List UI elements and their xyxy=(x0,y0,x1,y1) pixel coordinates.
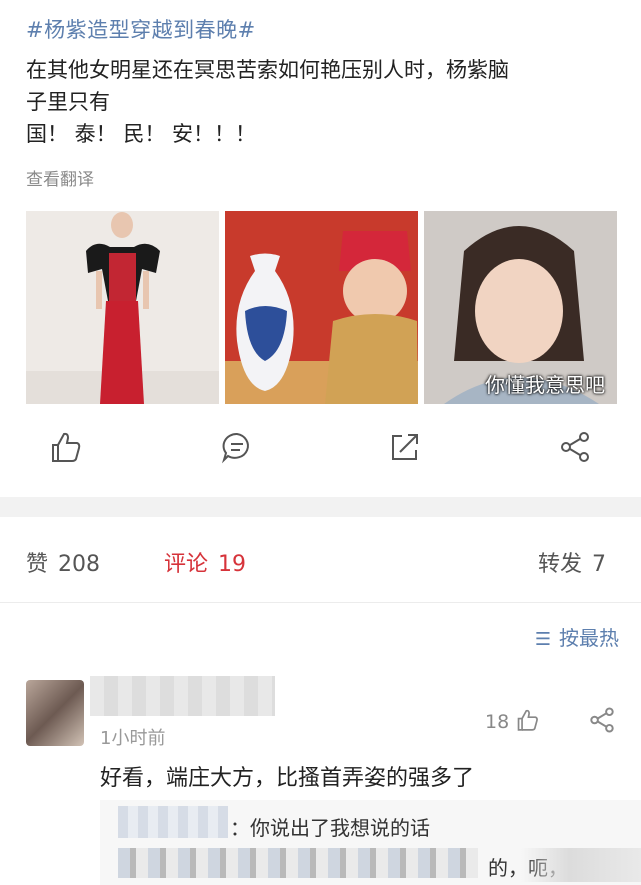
reply-text-redacted xyxy=(118,848,478,878)
watermark-blur xyxy=(521,848,641,882)
comment-text: 好看，端庄大方，比搔首弄姿的强多了 xyxy=(100,766,475,791)
tab-comments-count: 19 xyxy=(218,552,247,577)
share-icon[interactable] xyxy=(558,430,594,466)
post-text-line: 国！ 泰！ 民！ 安！！！ xyxy=(26,122,257,146)
post-text: 在其他女明星还在冥思苦索如何艳压别人时，杨紫脑 子里只有 国！ 泰！ 民！ 安！… xyxy=(26,54,626,150)
post-image-actress-meme[interactable]: 你懂我意思吧 xyxy=(424,211,617,404)
tab-reposts-label: 转发 xyxy=(538,552,583,577)
post-action-bar xyxy=(0,430,641,470)
repost-icon[interactable] xyxy=(388,430,424,466)
sort-icon: ☰ xyxy=(534,629,551,650)
comment-time: 1小时前 xyxy=(100,728,166,749)
tab-likes[interactable]: 赞 208 xyxy=(26,546,100,578)
avatar[interactable] xyxy=(26,680,84,746)
view-translation-link[interactable]: 查看翻译 xyxy=(26,165,94,190)
reply-preview[interactable]: ：你说出了我想说的话 的，呃，这 xyxy=(100,800,641,885)
post-image-child-costume[interactable] xyxy=(225,211,418,404)
sort-hot-button[interactable]: ☰ 按最热 xyxy=(535,622,619,651)
like-icon[interactable] xyxy=(48,430,84,466)
reply-text: ：你说出了我想说的话 xyxy=(230,816,430,840)
post-image-red-dress[interactable] xyxy=(26,211,219,404)
thumb-up-icon xyxy=(517,709,539,731)
username-redacted xyxy=(90,676,275,716)
tab-reposts[interactable]: 转发 7 xyxy=(538,546,606,578)
post-text-line: 在其他女明星还在冥思苦索如何艳压别人时，杨紫脑 xyxy=(26,58,509,82)
red-dress-figure xyxy=(26,212,219,404)
tab-reposts-count: 7 xyxy=(592,552,607,577)
comment-like-button[interactable]: 18 xyxy=(485,708,539,733)
sort-label: 按最热 xyxy=(559,626,619,650)
topic-hashtag[interactable]: #杨紫造型穿越到春晚# xyxy=(26,14,256,44)
meme-caption: 你懂我意思吧 xyxy=(485,373,605,397)
child-costume-figure xyxy=(225,211,418,404)
engagement-tabs: 赞 208 评论 19 转发 7 xyxy=(0,540,641,580)
post-text-line: 子里只有 xyxy=(26,90,110,114)
section-separator xyxy=(0,497,641,517)
tab-likes-count: 208 xyxy=(58,552,101,577)
reply-username-redacted xyxy=(118,806,228,838)
comment-icon[interactable] xyxy=(220,430,256,466)
image-grid: 你懂我意思吧 xyxy=(26,211,617,404)
divider xyxy=(0,602,641,603)
tab-likes-label: 赞 xyxy=(26,552,49,577)
tab-comments-label: 评论 xyxy=(164,552,209,577)
comment-like-count: 18 xyxy=(485,711,510,733)
comment-share-icon[interactable] xyxy=(588,706,616,734)
tab-comments[interactable]: 评论 19 xyxy=(164,546,246,578)
